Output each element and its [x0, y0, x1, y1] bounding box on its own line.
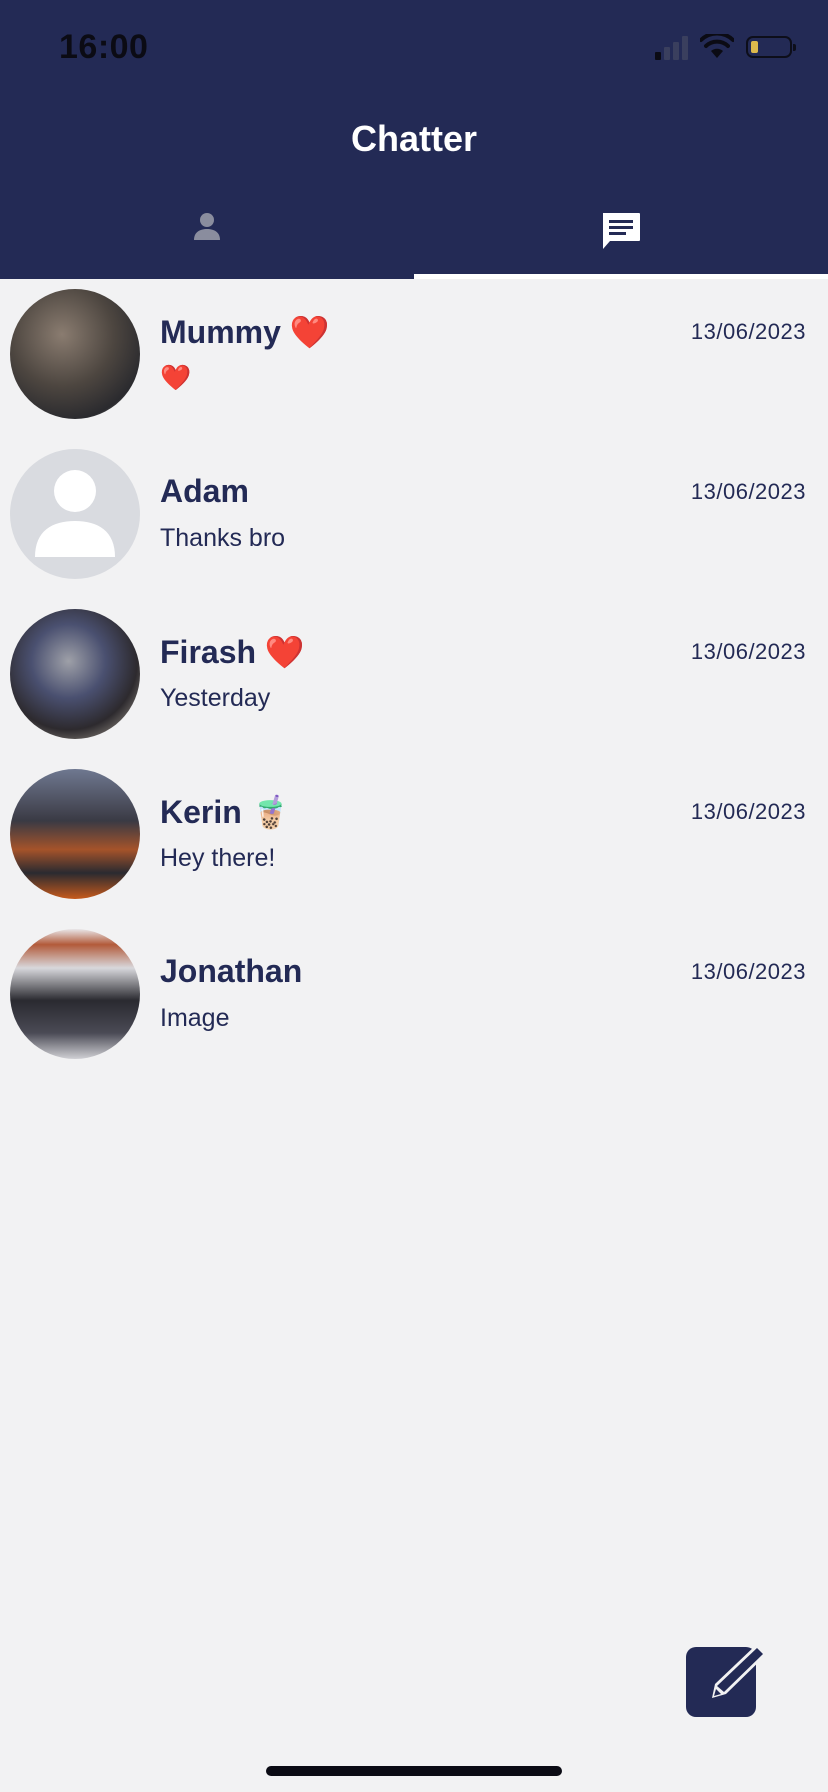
chat-icon: [603, 213, 640, 249]
app-title: Chatter: [350, 118, 478, 159]
chat-preview: ❤️: [160, 364, 192, 392]
tab-chats[interactable]: [414, 200, 828, 279]
chat-name: Kerin 🧋: [160, 794, 291, 830]
chat-name: Firash ❤️: [160, 634, 305, 670]
avatar: [10, 929, 140, 1059]
person-icon: [194, 213, 220, 240]
chat-list-item[interactable]: Mummy ❤️ ❤️ 13/06/2023: [0, 279, 828, 439]
compose-icon: [712, 1643, 768, 1698]
avatar: [10, 769, 140, 899]
wifi-icon: [700, 34, 734, 58]
chat-preview: Image: [160, 1004, 230, 1032]
chat-date: 13/06/2023: [690, 799, 806, 824]
status-time: 16:00: [59, 28, 149, 66]
chat-list-item[interactable]: Kerin 🧋 Hey there! 13/06/2023: [0, 759, 828, 919]
chat-name: Mummy ❤️: [160, 314, 330, 350]
chat-date: 13/06/2023: [690, 319, 806, 344]
avatar: [10, 449, 140, 579]
chat-list-item[interactable]: Firash ❤️ Yesterday 13/06/2023: [0, 599, 828, 759]
cellular-signal-icon: [655, 34, 688, 60]
chat-date: 13/06/2023: [690, 639, 806, 664]
battery-icon: [746, 36, 796, 58]
chat-preview: Hey there!: [160, 844, 276, 872]
avatar: [10, 609, 140, 739]
app-header: 16:00 Chatter: [0, 0, 828, 279]
chat-list-item[interactable]: Jonathan Image 13/06/2023: [0, 919, 828, 1079]
chat-list: Mummy ❤️ ❤️ 13/06/2023 Adam Thanks bro 1…: [0, 279, 828, 1079]
chat-date: 13/06/2023: [690, 959, 806, 984]
chat-list-item[interactable]: Adam Thanks bro 13/06/2023: [0, 439, 828, 599]
avatar: [10, 289, 140, 419]
chat-preview: Thanks bro: [160, 524, 286, 552]
status-icons: [655, 34, 796, 60]
chat-name: Adam: [160, 473, 249, 509]
chat-preview: Yesterday: [160, 684, 271, 712]
default-avatar-icon: [35, 470, 115, 557]
chat-date: 13/06/2023: [690, 479, 806, 504]
tab-contacts[interactable]: [0, 200, 414, 279]
home-indicator: [266, 1766, 562, 1776]
chat-name: Jonathan: [160, 953, 303, 989]
